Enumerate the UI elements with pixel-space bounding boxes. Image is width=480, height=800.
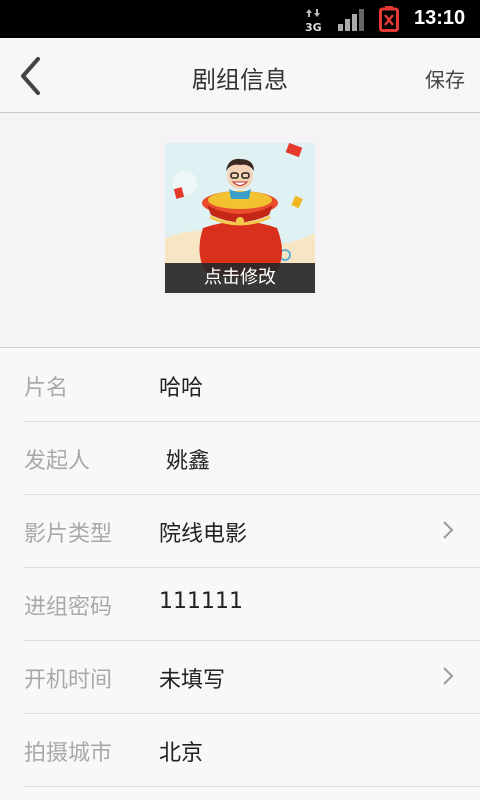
title-row[interactable]: 片名 哈哈 bbox=[24, 348, 480, 422]
initiator-row[interactable]: 发起人 姚鑫 bbox=[24, 421, 480, 495]
row-value: 北京 bbox=[159, 741, 204, 766]
avatar-section: 点击修改 bbox=[0, 113, 480, 348]
chevron-right-icon bbox=[443, 521, 454, 539]
signal-strength-icon bbox=[338, 9, 364, 31]
status-bar: 3G 13:10 bbox=[0, 0, 480, 38]
navigation-header: 剧组信息 保存 bbox=[0, 38, 480, 113]
avatar-edit-label: 点击修改 bbox=[165, 263, 315, 293]
row-value: 院线电影 bbox=[159, 522, 248, 547]
page-title: 剧组信息 bbox=[192, 66, 288, 94]
status-time: 13:10 bbox=[414, 7, 466, 29]
shooting-city-row[interactable]: 拍摄城市 北京 bbox=[24, 713, 480, 787]
row-label: 拍摄城市 bbox=[24, 741, 113, 766]
save-button[interactable]: 保存 bbox=[425, 64, 465, 93]
row-value: 哈哈 bbox=[159, 376, 204, 401]
chevron-right-icon bbox=[443, 667, 454, 685]
row-value: 未填写 bbox=[159, 668, 226, 693]
row-label: 片名 bbox=[24, 376, 69, 401]
start-time-row[interactable]: 开机时间 未填写 bbox=[24, 640, 480, 714]
row-label: 发起人 bbox=[24, 449, 91, 474]
row-value: 姚鑫 bbox=[159, 449, 210, 474]
row-label: 进组密码 bbox=[24, 595, 113, 620]
network-label: 3G bbox=[305, 21, 322, 32]
row-value: 111111 bbox=[159, 589, 243, 614]
film-type-row[interactable]: 影片类型 院线电影 bbox=[24, 494, 480, 568]
network-3g-icon: 3G bbox=[305, 9, 322, 32]
battery-empty-icon bbox=[379, 6, 399, 32]
crew-info-form: 片名 哈哈 发起人 姚鑫 影片类型 院线电影 进组密码 111111 开机时间 … bbox=[0, 348, 480, 800]
row-label: 开机时间 bbox=[24, 668, 113, 693]
row-label: 影片类型 bbox=[24, 522, 113, 547]
join-password-row[interactable]: 进组密码 111111 bbox=[24, 567, 480, 641]
crew-avatar-image[interactable]: 点击修改 bbox=[165, 143, 315, 293]
